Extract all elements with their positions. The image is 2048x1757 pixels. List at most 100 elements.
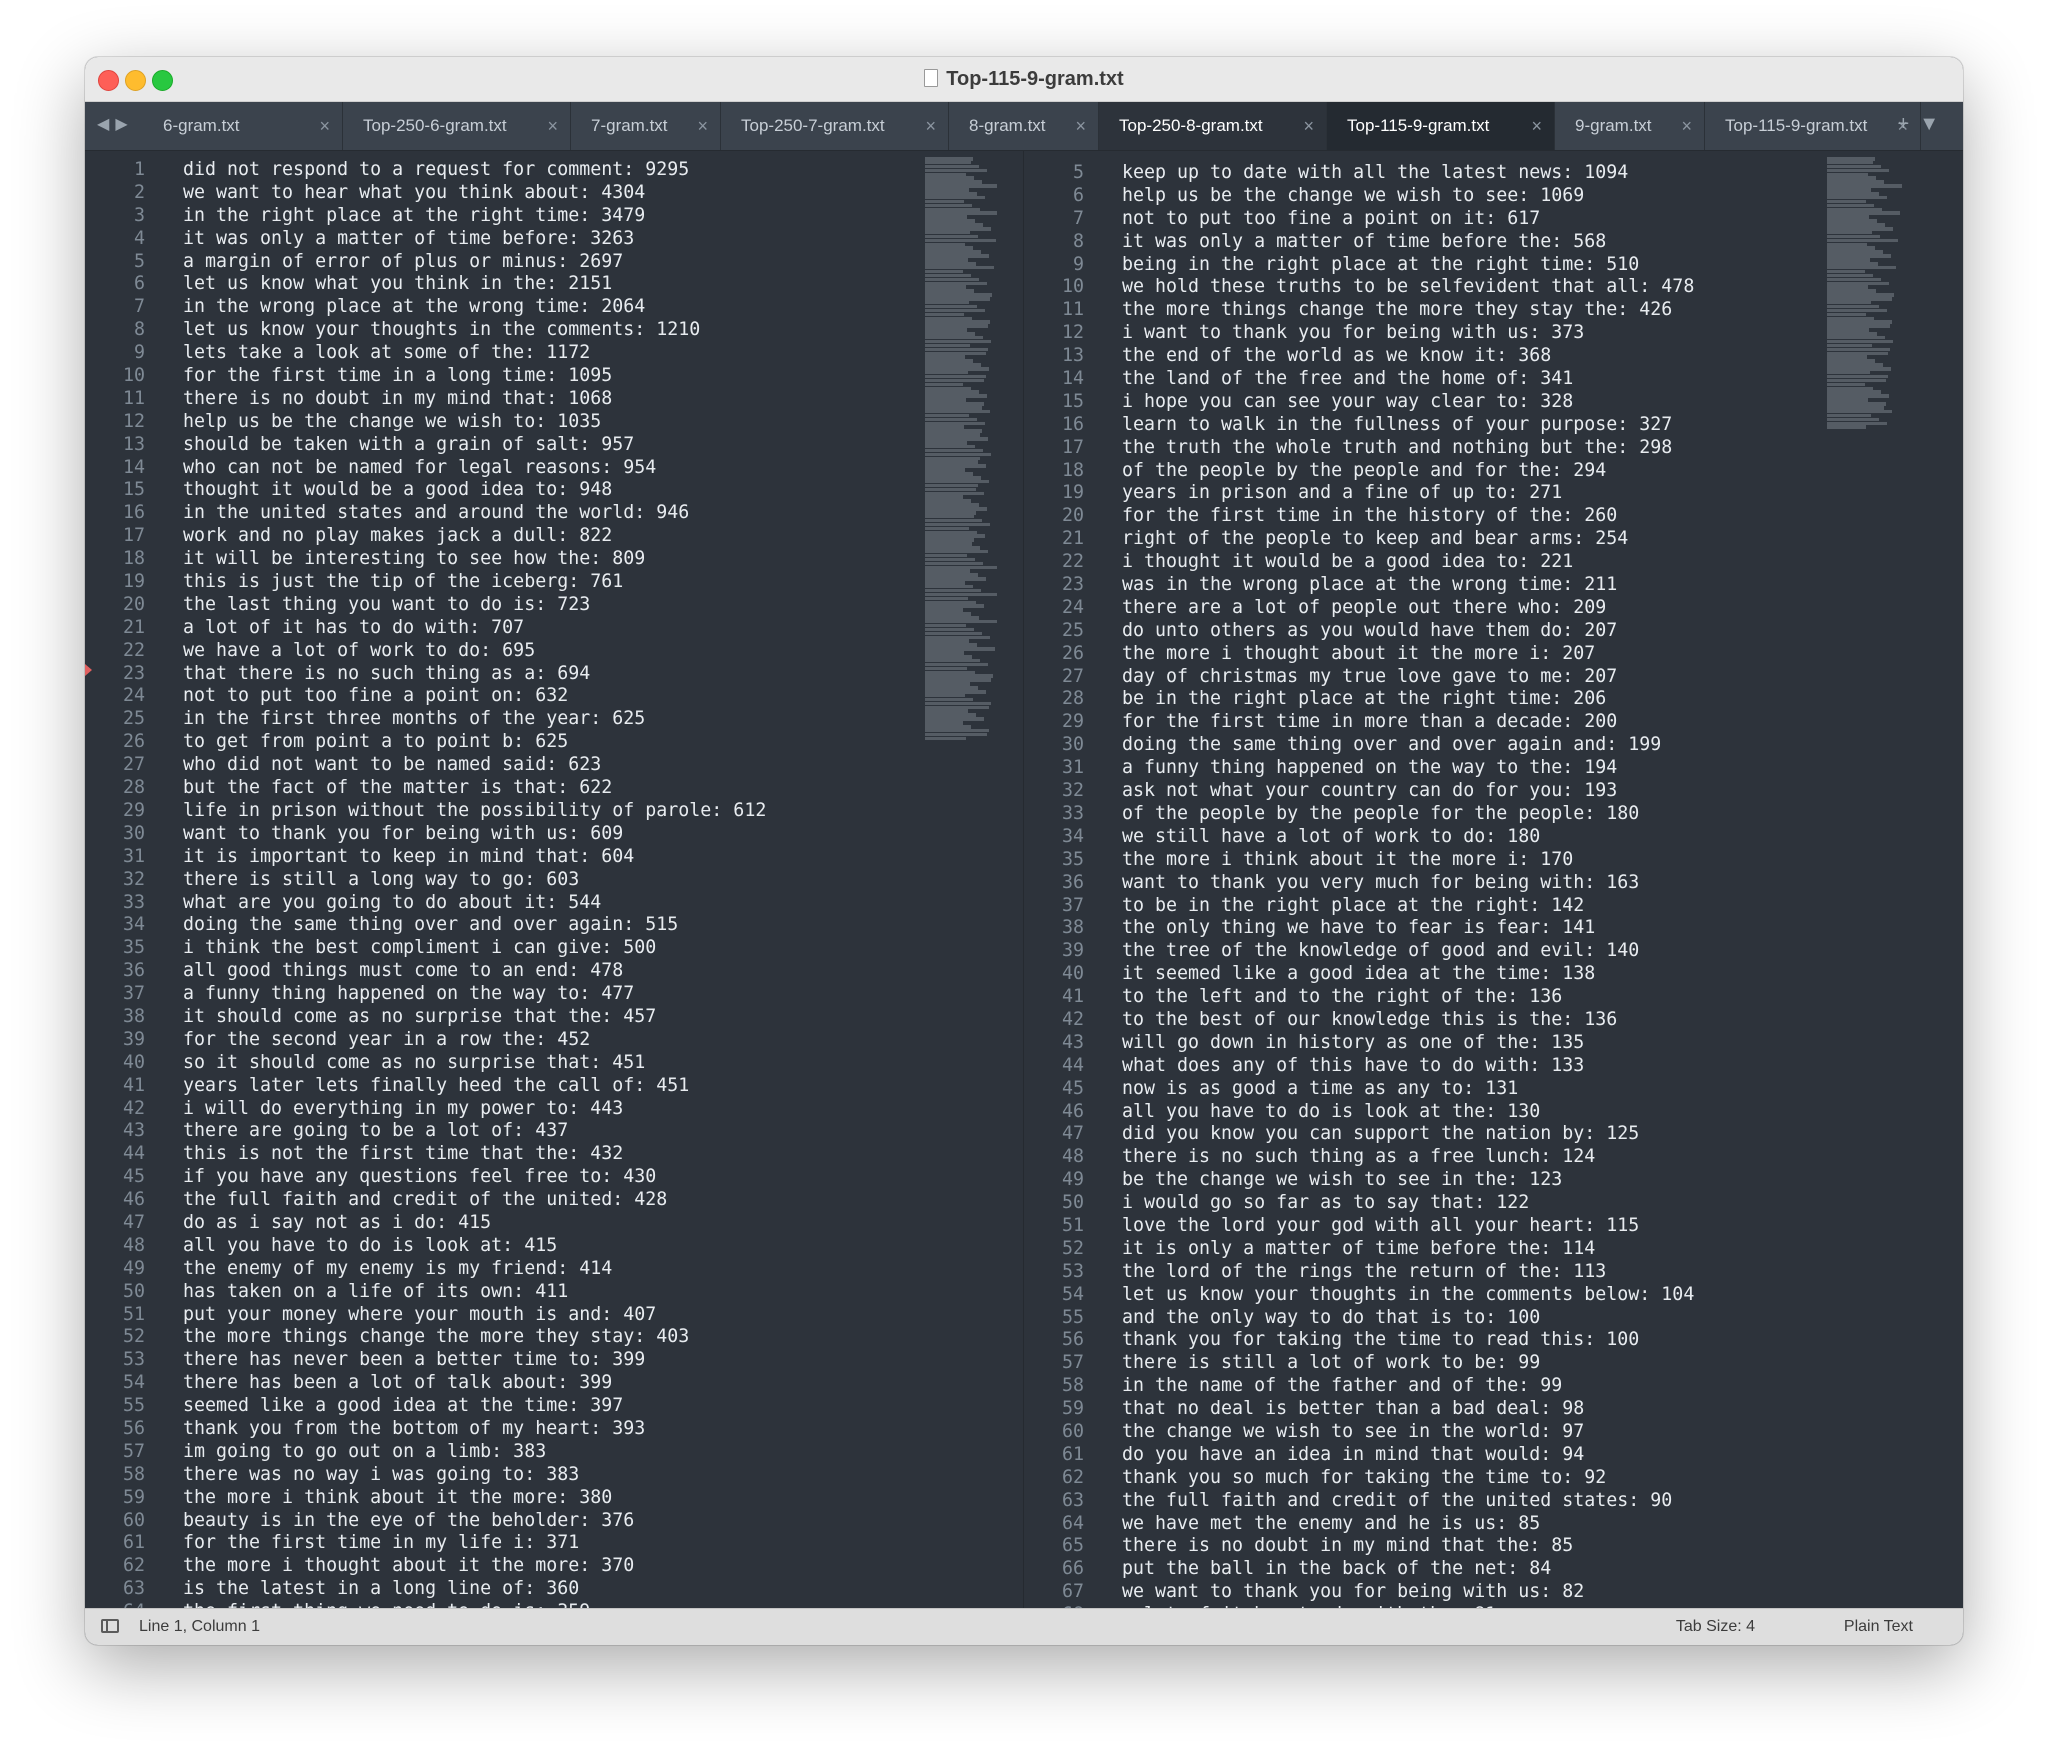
- tab-close-icon[interactable]: ×: [925, 116, 936, 137]
- tab-8[interactable]: Top-115-9-gram.txt ×: [1705, 102, 1921, 150]
- line-number: 58: [122, 1463, 145, 1485]
- tab-6[interactable]: Top-115-9-gram.txt ×: [1327, 102, 1555, 150]
- tab-size-selector[interactable]: Tab Size: 4: [1676, 1618, 1755, 1636]
- nav-back-icon[interactable]: ◀: [97, 116, 115, 133]
- line-text: in the name of the father and of the: 99: [1122, 1375, 1563, 1397]
- line-number: 29: [1061, 711, 1084, 733]
- line-number: 65: [1061, 1535, 1084, 1557]
- line-number: 14: [122, 456, 145, 478]
- line-text: right of the people to keep and bear arm…: [1122, 528, 1629, 550]
- line-number: 34: [1061, 825, 1084, 847]
- line-number: 10: [1061, 276, 1084, 298]
- syntax-selector[interactable]: Plain Text: [1844, 1618, 1913, 1636]
- line-text: so it should come as no surprise that: 4…: [183, 1051, 646, 1073]
- tab-2[interactable]: 7-gram.txt ×: [571, 102, 721, 150]
- line-text: this is just the tip of the iceberg: 761: [183, 571, 624, 593]
- title-bar: Top-115-9-gram.txt: [85, 57, 1963, 102]
- sidebar-toggle-icon[interactable]: [101, 1619, 119, 1633]
- line-number: 56: [122, 1417, 145, 1439]
- tab-close-icon[interactable]: ×: [1681, 116, 1692, 137]
- line-number: 14: [1061, 368, 1084, 390]
- line-number: 18: [1061, 459, 1084, 481]
- line-number: 3: [133, 204, 145, 226]
- new-tab-icon[interactable]: +: [1898, 113, 1920, 135]
- tab-3[interactable]: Top-250-7-gram.txt ×: [721, 102, 949, 150]
- line-text: let us know what you think in the: 2151: [183, 273, 613, 295]
- line-number: 13: [1061, 345, 1084, 367]
- tab-label: Top-250-8-gram.txt: [1119, 116, 1263, 135]
- line-text: there was no way i was going to: 383: [183, 1463, 580, 1485]
- line-number: 23: [122, 662, 145, 684]
- line-number: 30: [122, 822, 145, 844]
- line-text: it seemed like a good idea at the time: …: [1122, 963, 1596, 985]
- line-number: 55: [122, 1395, 145, 1417]
- line-number: 17: [122, 525, 145, 547]
- line-text: the truth the whole truth and nothing bu…: [1122, 436, 1673, 458]
- tab-label: 7-gram.txt: [591, 116, 668, 135]
- tab-7[interactable]: 9-gram.txt ×: [1555, 102, 1705, 150]
- line-number: 63: [1061, 1489, 1084, 1511]
- tab-close-icon[interactable]: ×: [1303, 116, 1314, 137]
- line-text: the more i thought about it the more i: …: [1122, 642, 1596, 664]
- tab-menu-icon[interactable]: ▼: [1919, 113, 1949, 135]
- line-number: 33: [1061, 802, 1084, 824]
- line-text: let us know your thoughts in the comment…: [1122, 1283, 1695, 1305]
- line-number: 15: [1061, 390, 1084, 412]
- line-number: 54: [1061, 1283, 1084, 1305]
- line-text: the tree of the knowledge of good and ev…: [1122, 940, 1640, 962]
- line-text: for the first time in the history of the…: [1122, 505, 1618, 527]
- line-number: 57: [1061, 1352, 1084, 1374]
- line-number: 50: [122, 1280, 145, 1302]
- line-text: it should come as no surprise that the: …: [183, 1005, 657, 1027]
- line-text: the land of the free and the home of: 34…: [1122, 368, 1574, 390]
- line-number: 45: [122, 1166, 145, 1188]
- line-text: i hope you can see your way clear to: 32…: [1122, 390, 1574, 412]
- tab-close-icon[interactable]: ×: [697, 116, 708, 137]
- line-number: 61: [122, 1532, 145, 1554]
- tab-close-icon[interactable]: ×: [1075, 116, 1086, 137]
- tab-label: 9-gram.txt: [1575, 116, 1652, 135]
- line-number: 19: [1061, 482, 1084, 504]
- editor-pane-left[interactable]: 1 did not respond to a request for commen…: [85, 151, 1023, 1609]
- minimap-right[interactable]: [1827, 157, 1905, 429]
- line-number: 27: [1061, 665, 1084, 687]
- line-text: there is still a lot of work to be: 99: [1122, 1352, 1541, 1374]
- tab-close-icon[interactable]: ×: [547, 116, 558, 137]
- line-number: 39: [122, 1028, 145, 1050]
- editor-pane-right[interactable]: 5 keep up to date with all the latest new…: [1024, 151, 1963, 1609]
- tab-0[interactable]: 6-gram.txt ×: [143, 102, 343, 150]
- line-text: being in the right place at the right ti…: [1122, 253, 1640, 275]
- line-text: day of christmas my true love gave to me…: [1122, 665, 1618, 687]
- tab-5[interactable]: Top-250-8-gram.txt ×: [1099, 102, 1327, 150]
- line-number: 20: [1061, 505, 1084, 527]
- line-text: be the change we wish to see in the: 123: [1122, 1169, 1563, 1191]
- line-text: we want to thank you for being with us: …: [1122, 1581, 1585, 1603]
- line-number: 34: [122, 914, 145, 936]
- line-text: it is important to keep in mind that: 60…: [183, 845, 635, 867]
- line-number: 41: [1061, 986, 1084, 1008]
- line-text: all you have to do is look at: 415: [183, 1234, 558, 1256]
- line-text: all you have to do is look at the: 130: [1122, 1100, 1541, 1122]
- nav-forward-icon[interactable]: ▶: [115, 116, 133, 133]
- tab-4[interactable]: 8-gram.txt ×: [949, 102, 1099, 150]
- line-number: 19: [122, 571, 145, 593]
- cursor-position[interactable]: Line 1, Column 1: [139, 1618, 260, 1636]
- line-number: 47: [1061, 1123, 1084, 1145]
- line-number: 63: [122, 1578, 145, 1600]
- tab-close-icon[interactable]: ×: [319, 116, 330, 137]
- line-number: 24: [122, 685, 145, 707]
- minimap-left[interactable]: [925, 157, 1003, 741]
- line-text: the enemy of my enemy is my friend: 414: [183, 1257, 613, 1279]
- line-text: do unto others as you would have them do…: [1122, 619, 1618, 641]
- line-text: we want to hear what you think about: 43…: [183, 181, 646, 203]
- line-number: 13: [122, 433, 145, 455]
- tab-1[interactable]: Top-250-6-gram.txt ×: [343, 102, 571, 150]
- line-number: 48: [122, 1234, 145, 1256]
- line-number: 52: [122, 1326, 145, 1348]
- line-number: 16: [122, 502, 145, 524]
- tab-close-icon[interactable]: ×: [1531, 116, 1542, 137]
- document-icon: [924, 69, 939, 87]
- line-text: we have met the enemy and he is us: 85: [1122, 1512, 1541, 1534]
- line-number: 50: [1061, 1192, 1084, 1214]
- line-text: not to put too fine a point on: 632: [183, 685, 569, 707]
